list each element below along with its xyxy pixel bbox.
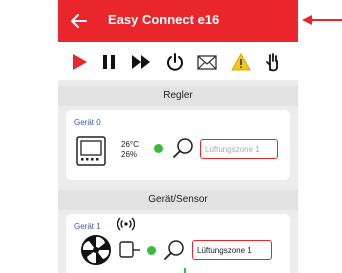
search-icon[interactable]: [171, 137, 195, 159]
power-icon[interactable]: [164, 51, 186, 73]
connection-icon: [119, 241, 140, 258]
sensor-card[interactable]: Gerät 1 Lüftungszone 1: [66, 214, 290, 273]
fan-icon: [81, 235, 111, 265]
app-screen: Easy Connect e16 Regler Gerät 0 26°C 26%…: [58, 0, 298, 273]
zone-input[interactable]: Lüftungszone 1: [200, 139, 278, 159]
annotation-arrow-icon: [302, 15, 342, 25]
thermostat-icon: [76, 136, 106, 166]
status-dot: [147, 246, 156, 255]
fast-forward-icon[interactable]: [130, 51, 152, 73]
mail-icon[interactable]: [196, 51, 218, 73]
regler-card[interactable]: Gerät 0 26°C 26% Lüftungszone 1: [66, 110, 290, 180]
play-icon[interactable]: [68, 51, 90, 73]
section-header-regler: Regler: [58, 86, 298, 106]
hand-icon[interactable]: [262, 51, 284, 73]
pause-icon[interactable]: [98, 51, 120, 73]
temperature-value: 26°C: [121, 140, 139, 149]
status-dot: [154, 144, 163, 153]
wireless-signal-icon: [117, 217, 135, 231]
status-indicator-line: [184, 268, 186, 273]
app-bar: Easy Connect e16: [58, 0, 298, 42]
back-arrow-icon[interactable]: [68, 10, 90, 32]
app-title: Easy Connect e16: [108, 12, 220, 27]
search-icon[interactable]: [162, 239, 186, 261]
zone-select[interactable]: Lüftungszone 1: [192, 240, 272, 260]
humidity-value: 26%: [121, 150, 138, 159]
section-header-sensor: Gerät/Sensor: [58, 190, 298, 210]
device-label: Gerät 1: [74, 222, 101, 231]
toolbar: [58, 42, 298, 80]
device-label: Gerät 0: [74, 118, 101, 127]
warning-icon[interactable]: [230, 51, 252, 73]
